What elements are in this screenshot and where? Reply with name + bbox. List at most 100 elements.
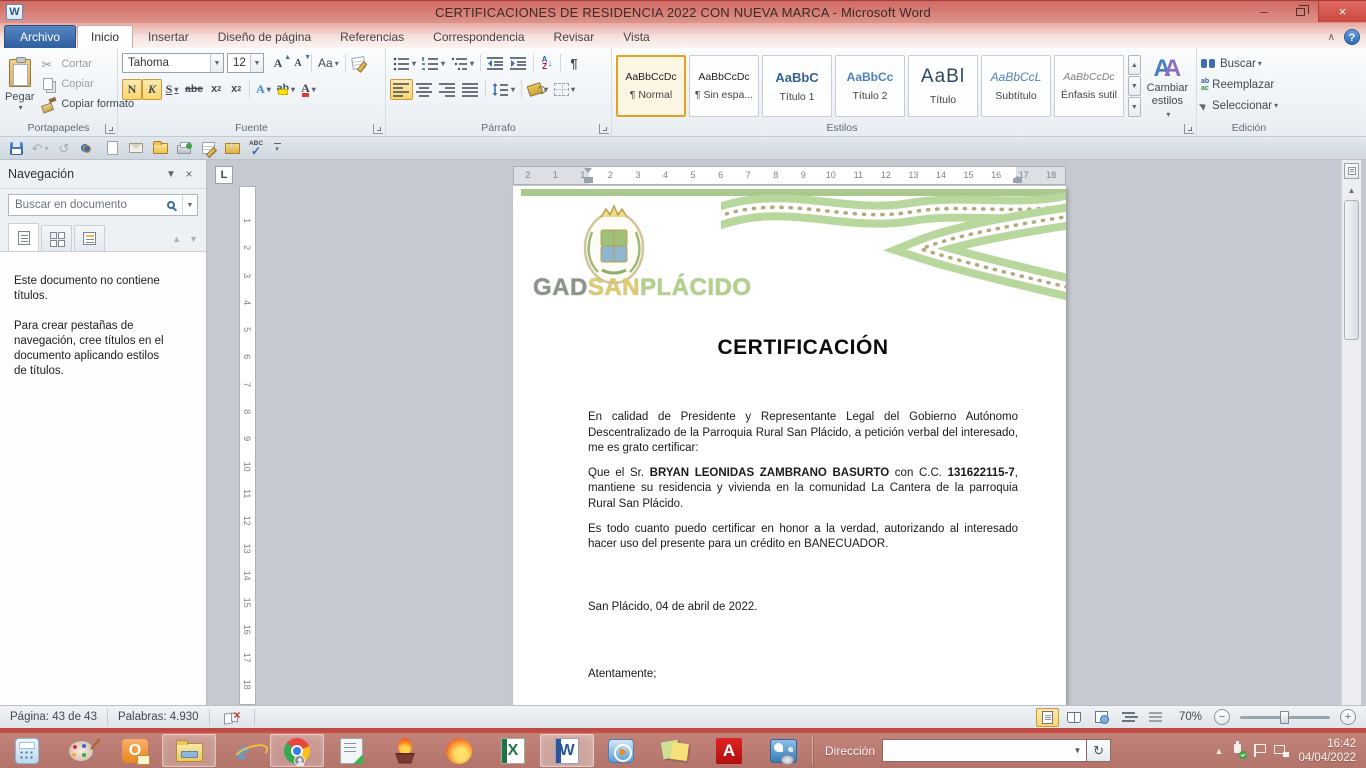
align-right-button[interactable] bbox=[436, 79, 459, 100]
justify-button[interactable] bbox=[459, 79, 482, 100]
multilevel-list-button[interactable]: ▾ bbox=[448, 53, 477, 74]
zoom-level[interactable]: 70% bbox=[1179, 711, 1202, 723]
action-center-flag-icon[interactable] bbox=[1253, 744, 1265, 757]
parrafo-dialog-launcher[interactable] bbox=[599, 124, 609, 134]
taskbar-sticky-notes-icon[interactable] bbox=[648, 734, 702, 767]
network-tray-icon[interactable] bbox=[1274, 745, 1289, 757]
taskbar-outlook-icon[interactable]: O bbox=[108, 734, 162, 767]
address-dropdown-icon[interactable]: ▼ bbox=[1069, 740, 1086, 761]
search-icon[interactable] bbox=[167, 201, 175, 209]
bullets-button[interactable]: ▾ bbox=[390, 53, 419, 74]
zoom-slider[interactable] bbox=[1240, 716, 1330, 719]
styles-gallery-expand[interactable]: ▼ bbox=[1128, 97, 1141, 117]
fuente-dialog-launcher[interactable] bbox=[373, 124, 383, 134]
portapapeles-dialog-launcher[interactable] bbox=[105, 124, 115, 134]
font-size-dropdown-icon[interactable]: ▼ bbox=[250, 54, 263, 72]
replace-button[interactable]: abacReemplazar bbox=[1201, 74, 1297, 95]
document-page[interactable]: GADSANPLÁCIDO CERTIFICACIÓN En calidad d… bbox=[513, 186, 1066, 705]
restore-button[interactable] bbox=[1282, 1, 1318, 22]
print-layout-view-button[interactable] bbox=[1036, 708, 1059, 727]
save-button[interactable] bbox=[6, 139, 26, 158]
draft-view-button[interactable] bbox=[198, 139, 218, 158]
email-button[interactable] bbox=[126, 139, 146, 158]
bold-button[interactable]: N bbox=[122, 79, 142, 100]
shading-button[interactable]: ▾ bbox=[525, 79, 551, 100]
zoom-slider-thumb[interactable] bbox=[1280, 711, 1289, 724]
taskbar-firefox-icon[interactable] bbox=[432, 734, 486, 767]
qat-customize-button[interactable]: ▾ bbox=[270, 141, 284, 155]
paste-button[interactable]: Pegar ▾ bbox=[4, 52, 35, 118]
left-indent-marker[interactable] bbox=[584, 168, 593, 183]
align-center-button[interactable] bbox=[413, 79, 436, 100]
proofing-status[interactable] bbox=[210, 709, 255, 726]
quick-print-button[interactable] bbox=[174, 139, 194, 158]
style-titulo[interactable]: AaBlTítulo bbox=[908, 55, 978, 117]
style-sin-espaciado[interactable]: AaBbCcDc¶ Sin espa... bbox=[689, 55, 759, 117]
scrollbar-thumb[interactable] bbox=[1344, 200, 1359, 340]
text-effects-button[interactable]: A▾ bbox=[253, 79, 274, 100]
taskbar-autocad-icon[interactable]: A bbox=[702, 734, 756, 767]
style-titulo-1[interactable]: AaBbCTítulo 1 bbox=[762, 55, 832, 117]
taskbar-file-explorer-icon[interactable] bbox=[162, 734, 216, 767]
shrink-font-button[interactable]: A▼ bbox=[288, 53, 308, 74]
fullscreen-reading-view-button[interactable] bbox=[1063, 708, 1086, 727]
zoom-in-button[interactable]: + bbox=[1340, 709, 1356, 725]
minimize-button[interactable]: – bbox=[1246, 1, 1282, 22]
spelling-button[interactable]: ABC✓ bbox=[246, 139, 266, 158]
special-folder-button[interactable] bbox=[222, 139, 242, 158]
page-indicator[interactable]: Página: 43 de 43 bbox=[0, 709, 108, 726]
font-color-button[interactable]: A▾ bbox=[298, 79, 319, 100]
tab-insertar[interactable]: Insertar bbox=[134, 25, 203, 48]
usb-tray-icon[interactable] bbox=[1232, 744, 1244, 757]
change-case-button[interactable]: Aa▾ bbox=[315, 53, 342, 74]
search-options-icon[interactable]: ▼ bbox=[182, 195, 197, 215]
view-ruler-button[interactable] bbox=[1344, 163, 1359, 179]
superscript-button[interactable]: x2 bbox=[226, 79, 246, 100]
document-body[interactable]: En calidad de Presidente y Representante… bbox=[588, 410, 1018, 692]
styles-scroll-up[interactable]: ▲ bbox=[1128, 55, 1141, 75]
font-size-combobox[interactable]: 12▼ bbox=[227, 53, 264, 73]
line-spacing-button[interactable]: ▾ bbox=[489, 79, 518, 100]
undo-button[interactable]: ↶▾ bbox=[30, 139, 50, 158]
borders-button[interactable]: ▾ bbox=[551, 79, 578, 100]
find-button[interactable]: Buscar▾ bbox=[1201, 53, 1297, 74]
font-family-combobox[interactable]: Tahoma▼ bbox=[122, 53, 224, 73]
increase-indent-button[interactable] bbox=[507, 53, 530, 74]
clear-formatting-button[interactable] bbox=[349, 53, 369, 74]
italic-button[interactable]: K bbox=[142, 79, 162, 100]
previous-result-icon[interactable]: ▲ bbox=[172, 234, 181, 244]
taskbar-calculator-icon[interactable] bbox=[0, 734, 54, 767]
text-highlight-button[interactable]: ab▾ bbox=[274, 79, 298, 100]
browse-results-tab[interactable] bbox=[74, 225, 105, 251]
strikethrough-button[interactable]: abe bbox=[182, 79, 206, 100]
navigation-close-icon[interactable]: × bbox=[180, 165, 198, 183]
word-count[interactable]: Palabras: 4.930 bbox=[108, 709, 210, 726]
draft-view-button-status[interactable] bbox=[1144, 708, 1167, 727]
scroll-up-icon[interactable]: ▲ bbox=[1345, 186, 1358, 195]
tab-correspondencia[interactable]: Correspondencia bbox=[419, 25, 538, 48]
style-normal[interactable]: AaBbCcDc¶ Normal bbox=[616, 55, 686, 117]
tab-vista[interactable]: Vista bbox=[609, 25, 663, 48]
subscript-button[interactable]: x2 bbox=[206, 79, 226, 100]
show-hidden-icons-chevron[interactable]: ▲ bbox=[1215, 746, 1224, 756]
redo-button[interactable]: ↺ bbox=[54, 139, 74, 158]
underline-button[interactable]: S▾ bbox=[162, 79, 182, 100]
taskbar-media-player-icon[interactable] bbox=[594, 734, 648, 767]
decrease-indent-button[interactable] bbox=[484, 53, 507, 74]
vertical-ruler[interactable]: 123456789101112131415161718 bbox=[239, 186, 256, 705]
open-button[interactable] bbox=[150, 139, 170, 158]
grow-font-button[interactable]: A▲ bbox=[268, 53, 288, 74]
numbering-button[interactable]: ▾ bbox=[419, 53, 448, 74]
address-input[interactable]: ▼ bbox=[882, 739, 1087, 762]
tab-inicio[interactable]: Inicio bbox=[77, 25, 133, 48]
tab-revisar[interactable]: Revisar bbox=[540, 25, 609, 48]
browse-headings-tab[interactable] bbox=[8, 223, 39, 251]
taskbar-fire-app-icon[interactable] bbox=[378, 734, 432, 767]
outline-view-button[interactable] bbox=[1117, 708, 1140, 727]
print-preview-button[interactable] bbox=[78, 139, 98, 158]
estilos-dialog-launcher[interactable] bbox=[1184, 124, 1194, 134]
taskbar-control-panel-icon[interactable] bbox=[756, 734, 810, 767]
taskbar-excel-icon[interactable]: X bbox=[486, 734, 540, 767]
styles-scroll-down[interactable]: ▼ bbox=[1128, 76, 1141, 96]
taskbar-internet-explorer-icon[interactable]: e bbox=[216, 734, 270, 767]
